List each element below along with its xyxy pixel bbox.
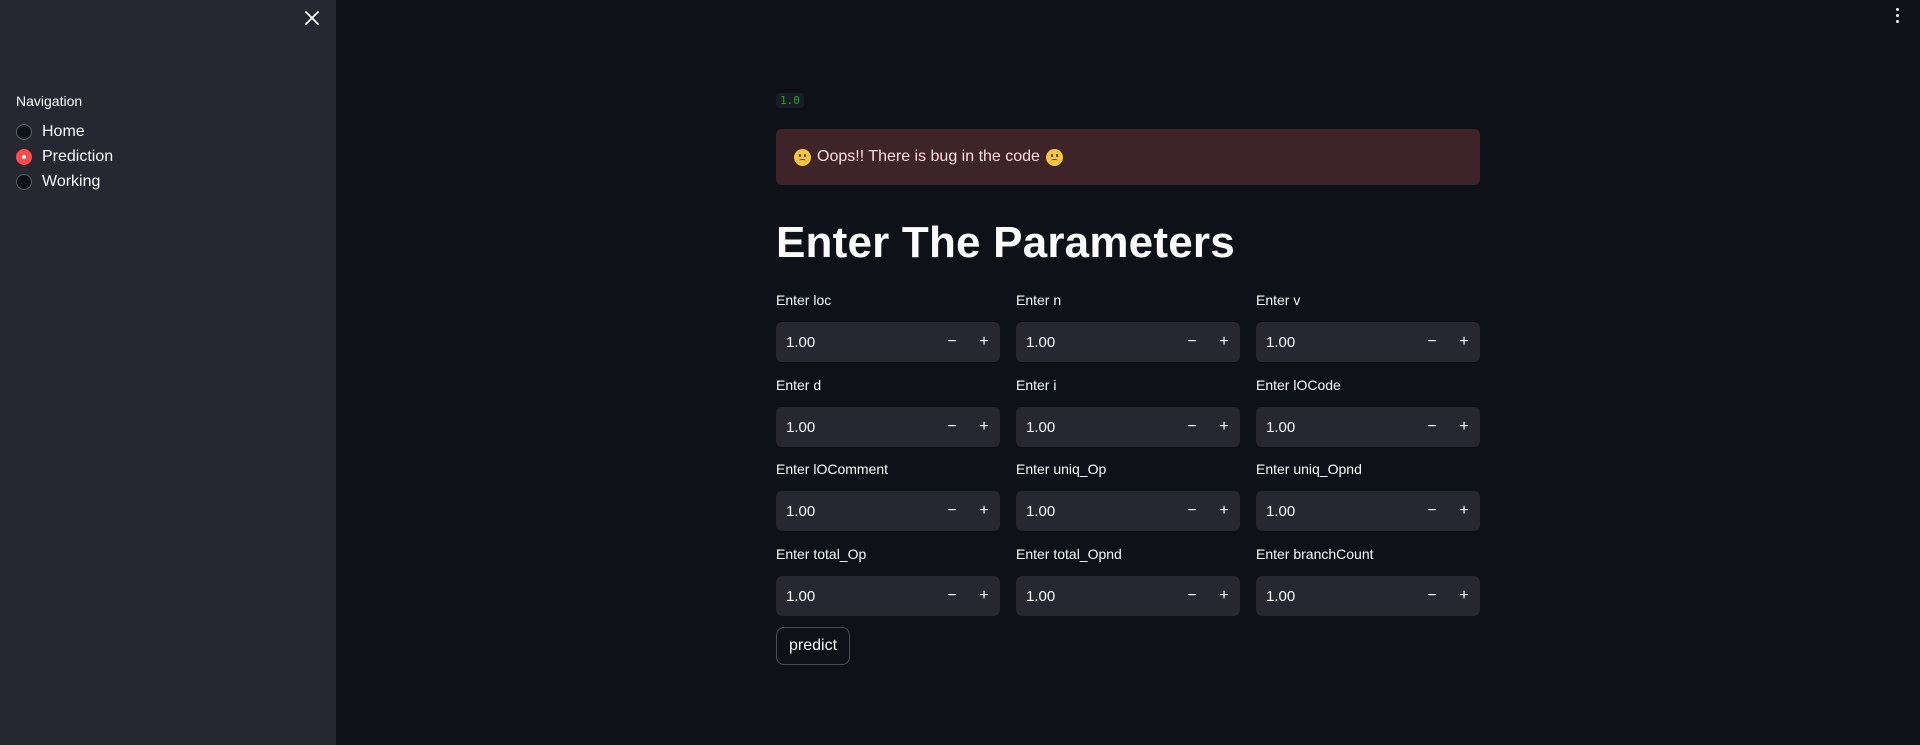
field-locode: Enter lOCode 1.00 − +	[1256, 377, 1480, 447]
app-root: Navigation Home Prediction Working 1.0 O…	[0, 0, 1920, 745]
nav-option-home[interactable]: Home	[16, 119, 113, 144]
main-menu-button[interactable]	[1890, 4, 1904, 26]
field-uniq-op: Enter uniq_Op 1.00 − +	[1016, 461, 1240, 531]
number-input-stepper: 1.00 − +	[1256, 491, 1480, 531]
radio-button-icon	[16, 173, 32, 190]
decrement-button[interactable]: −	[1176, 491, 1208, 531]
nav-option-label: Working	[42, 172, 101, 190]
field-i: Enter i 1.00 − +	[1016, 377, 1240, 447]
increment-button[interactable]: +	[968, 491, 1000, 531]
error-alert: Oops!! There is bug in the code	[776, 129, 1480, 185]
decrement-button[interactable]: −	[1416, 407, 1448, 447]
radio-button-icon	[16, 123, 32, 140]
sidebar: Navigation Home Prediction Working	[0, 0, 336, 745]
number-input-stepper: 1.00 − +	[1256, 576, 1480, 616]
increment-button[interactable]: +	[1448, 407, 1480, 447]
field-label: Enter uniq_Opnd	[1256, 461, 1362, 477]
decrement-button[interactable]: −	[936, 576, 968, 616]
confused-face-icon	[1045, 148, 1063, 166]
error-message: Oops!! There is bug in the code	[817, 148, 1040, 165]
number-input-stepper: 1.00 − +	[776, 322, 1000, 362]
number-input-stepper: 1.00 − +	[776, 407, 1000, 447]
page-title: Enter The Parameters	[776, 218, 1235, 267]
close-sidebar-button[interactable]	[300, 6, 324, 30]
field-n: Enter n 1.00 − +	[1016, 292, 1240, 362]
nav-option-label: Prediction	[42, 147, 114, 165]
field-label: Enter total_Op	[776, 546, 867, 562]
number-input-stepper: 1.00 − +	[1016, 576, 1240, 616]
decrement-button[interactable]: −	[936, 491, 968, 531]
increment-button[interactable]: +	[1208, 407, 1240, 447]
number-input-stepper: 1.00 − +	[1256, 407, 1480, 447]
number-input-field[interactable]: 1.00	[776, 419, 936, 436]
decrement-button[interactable]: −	[936, 322, 968, 362]
field-label: Enter lOCode	[1256, 377, 1341, 393]
kebab-dot	[1895, 19, 1899, 23]
number-input-field[interactable]: 1.00	[1256, 334, 1416, 351]
navigation-label: Navigation	[16, 93, 83, 109]
increment-button[interactable]: +	[1208, 576, 1240, 616]
number-input-field[interactable]: 1.00	[1016, 588, 1176, 605]
navigation-radio-group: Home Prediction Working	[16, 119, 113, 194]
decrement-button[interactable]: −	[1176, 407, 1208, 447]
decrement-button[interactable]: −	[936, 407, 968, 447]
field-locomment: Enter lOComment 1.00 − +	[776, 461, 1000, 531]
field-d: Enter d 1.00 − +	[776, 377, 1000, 447]
nav-option-working[interactable]: Working	[16, 169, 113, 194]
kebab-dot	[1895, 13, 1899, 17]
number-input-field[interactable]: 1.00	[1256, 588, 1416, 605]
version-code: 1.0	[776, 93, 804, 108]
field-label: Enter i	[1016, 377, 1057, 393]
increment-button[interactable]: +	[1448, 576, 1480, 616]
field-total-op: Enter total_Op 1.00 − +	[776, 546, 1000, 616]
field-label: Enter uniq_Op	[1016, 461, 1107, 477]
field-label: Enter lOComment	[776, 461, 889, 477]
radio-button-selected-icon	[16, 148, 32, 165]
increment-button[interactable]: +	[1208, 491, 1240, 531]
increment-button[interactable]: +	[968, 576, 1000, 616]
field-label: Enter loc	[776, 292, 832, 308]
field-uniq-opnd: Enter uniq_Opnd 1.00 − +	[1256, 461, 1480, 531]
decrement-button[interactable]: −	[1416, 322, 1448, 362]
number-input-field[interactable]: 1.00	[776, 588, 936, 605]
number-input-stepper: 1.00 − +	[776, 491, 1000, 531]
predict-button[interactable]: predict	[776, 627, 850, 665]
field-label: Enter v	[1256, 292, 1301, 308]
increment-button[interactable]: +	[968, 407, 1000, 447]
increment-button[interactable]: +	[1208, 322, 1240, 362]
number-input-stepper: 1.00 − +	[1016, 407, 1240, 447]
number-input-stepper: 1.00 − +	[776, 576, 1000, 616]
field-v: Enter v 1.00 − +	[1256, 292, 1480, 362]
field-total-opnd: Enter total_Opnd 1.00 − +	[1016, 546, 1240, 616]
field-loc: Enter loc 1.00 − +	[776, 292, 1000, 362]
number-input-field[interactable]: 1.00	[776, 334, 936, 351]
number-input-stepper: 1.00 − +	[1256, 322, 1480, 362]
nav-option-prediction[interactable]: Prediction	[16, 144, 113, 169]
field-label: Enter total_Opnd	[1016, 546, 1122, 562]
decrement-button[interactable]: −	[1176, 322, 1208, 362]
decrement-button[interactable]: −	[1416, 576, 1448, 616]
field-branchcount: Enter branchCount 1.00 − +	[1256, 546, 1480, 616]
number-input-field[interactable]: 1.00	[1016, 503, 1176, 520]
close-icon	[305, 11, 319, 25]
field-label: Enter n	[1016, 292, 1062, 308]
number-input-field[interactable]: 1.00	[1256, 419, 1416, 436]
increment-button[interactable]: +	[1448, 491, 1480, 531]
field-label: Enter d	[776, 377, 822, 393]
increment-button[interactable]: +	[968, 322, 1000, 362]
confused-face-icon	[794, 148, 811, 166]
kebab-menu-icon	[1895, 7, 1899, 11]
number-input-stepper: 1.00 − +	[1016, 491, 1240, 531]
increment-button[interactable]: +	[1448, 322, 1480, 362]
number-input-stepper: 1.00 − +	[1016, 322, 1240, 362]
number-input-field[interactable]: 1.00	[1016, 419, 1176, 436]
number-input-field[interactable]: 1.00	[1256, 503, 1416, 520]
field-label: Enter branchCount	[1256, 546, 1374, 562]
nav-option-label: Home	[42, 122, 85, 140]
number-input-field[interactable]: 1.00	[1016, 334, 1176, 351]
decrement-button[interactable]: −	[1176, 576, 1208, 616]
decrement-button[interactable]: −	[1416, 491, 1448, 531]
number-input-field[interactable]: 1.00	[776, 503, 936, 520]
